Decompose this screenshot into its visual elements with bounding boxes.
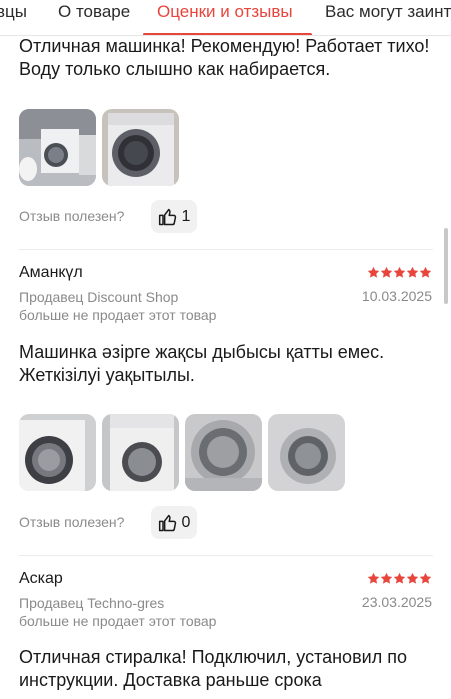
- review-text: Отличная стиралка! Подключил, установил …: [19, 647, 407, 690]
- like-count: 1: [181, 207, 191, 225]
- star-icon: [380, 266, 393, 278]
- review-photo[interactable]: [19, 414, 96, 491]
- review-author: Аманкүл: [19, 264, 83, 281]
- review-date: 10.03.2025: [361, 288, 432, 304]
- review-photos: [19, 414, 345, 491]
- rating-stars: [367, 572, 432, 585]
- review-date: 23.03.2025: [361, 594, 432, 610]
- like-button[interactable]: 1: [151, 200, 197, 233]
- review-photo[interactable]: [102, 109, 179, 186]
- star-icon: [367, 572, 380, 584]
- star-icon: [419, 266, 432, 278]
- review-photos: [19, 109, 179, 186]
- tab-bar: вцы О товаре Оценки и отзывы Вас могут з…: [0, 0, 451, 36]
- seller-name[interactable]: Продавец Techno-gres: [19, 594, 164, 612]
- like-button[interactable]: 0: [151, 506, 197, 539]
- star-icon: [419, 572, 432, 584]
- seller-note: больше не продает этот товар: [19, 613, 217, 629]
- review-photo[interactable]: [185, 414, 262, 491]
- star-icon: [380, 572, 393, 584]
- helpful-label: Отзыв полезен?: [19, 208, 125, 224]
- review-text: Отличная машинка! Рекомендую! Работает т…: [19, 36, 430, 79]
- scrollbar[interactable]: [444, 228, 448, 304]
- rating-stars: [367, 266, 432, 279]
- tab-about-product[interactable]: О товаре: [58, 2, 130, 22]
- star-icon: [393, 572, 406, 584]
- star-icon: [406, 266, 419, 278]
- review-photo[interactable]: [268, 414, 345, 491]
- seller-name[interactable]: Продавец Discount Shop: [19, 288, 178, 306]
- review-author: Аскар: [19, 570, 63, 587]
- divider: [19, 249, 433, 250]
- divider: [19, 555, 433, 556]
- star-icon: [367, 266, 380, 278]
- thumbs-up-icon: [158, 514, 176, 531]
- seller-note: больше не продает этот товар: [19, 307, 217, 323]
- star-icon: [406, 572, 419, 584]
- review-photo[interactable]: [102, 414, 179, 491]
- helpful-row: Отзыв полезен? 0: [19, 506, 439, 540]
- helpful-row: Отзыв полезен? 1: [19, 200, 439, 234]
- like-count: 0: [181, 513, 191, 531]
- thumbs-up-icon: [158, 208, 176, 225]
- review-text: Машинка әзірге жақсы дыбысы қатты емес. …: [19, 342, 385, 385]
- tab-you-may-like[interactable]: Вас могут заинт: [325, 2, 451, 22]
- tab-ratings-reviews[interactable]: Оценки и отзывы: [157, 2, 293, 22]
- helpful-label: Отзыв полезен?: [19, 514, 125, 530]
- tab-reviews-prev[interactable]: вцы: [0, 2, 27, 22]
- star-icon: [393, 266, 406, 278]
- review-photo[interactable]: [19, 109, 96, 186]
